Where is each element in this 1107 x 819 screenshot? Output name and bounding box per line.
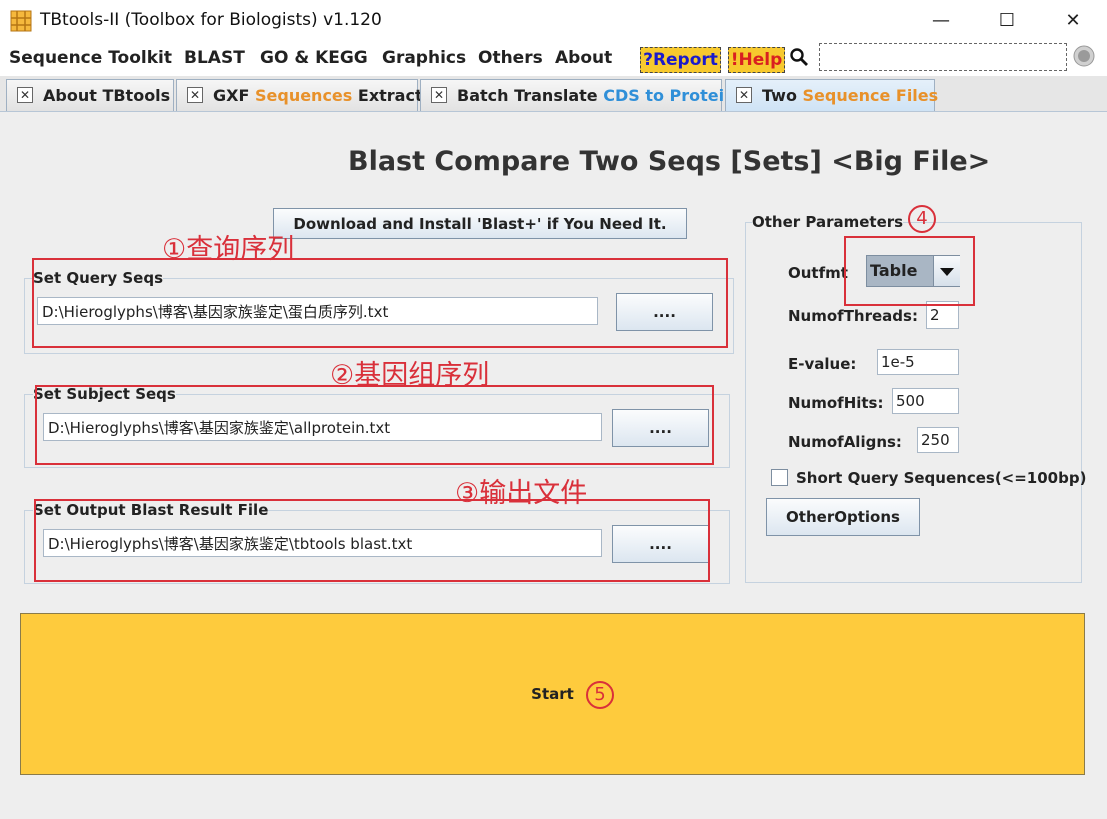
other-options-button[interactable]: OtherOptions	[766, 498, 920, 536]
tab-label: GXF Sequences Extract	[213, 86, 423, 105]
tab-label-part: Sequence Files	[802, 86, 939, 105]
title-bar: TBtools-II (Toolbox for Biologists) v1.1…	[0, 0, 1107, 42]
menu-about[interactable]: About	[555, 48, 612, 68]
menu-blast[interactable]: BLAST	[184, 48, 245, 68]
tab-close-icon[interactable]: ✕	[431, 87, 447, 103]
loading-spinner-icon	[1073, 45, 1095, 67]
short-query-label: Short Query Sequences(<=100bp)	[796, 469, 1087, 487]
report-button[interactable]: ?Report	[640, 47, 721, 73]
evalue-label: E-value:	[788, 355, 857, 373]
tab-label: About TBtools	[43, 86, 171, 105]
app-logo-icon	[10, 10, 32, 32]
tab-label-part: CDS to Protein	[603, 86, 736, 105]
tab-label-part: GXF	[213, 86, 250, 105]
other-parameters-label: Other Parameters	[752, 213, 904, 231]
minimize-button[interactable]: —	[926, 8, 956, 34]
aligns-input[interactable]	[917, 427, 959, 453]
annotation-box-output	[34, 499, 710, 582]
tab-bar: ✕ About TBtools ✕ GXF Sequences Extract …	[0, 76, 1107, 112]
annotation-box-query	[32, 258, 728, 348]
tab-close-icon[interactable]: ✕	[736, 87, 752, 103]
search-input[interactable]	[819, 43, 1067, 71]
annotation-number-4: 4	[908, 205, 936, 233]
tab-label-part: Two	[762, 86, 797, 105]
tab-close-icon[interactable]: ✕	[17, 87, 33, 103]
tab-label-part: Sequences	[254, 86, 353, 105]
short-query-checkbox[interactable]	[771, 469, 788, 486]
tab-two-sequence-files[interactable]: ✕ Two Sequence Files	[725, 79, 938, 111]
page-title: Blast Compare Two Seqs [Sets] <Big File>	[348, 146, 991, 177]
start-button[interactable]: Start	[20, 613, 1085, 775]
annotation-number-5: 5	[586, 681, 614, 709]
tab-about-tbtools[interactable]: ✕ About TBtools	[6, 79, 174, 111]
threads-label: NumofThreads:	[788, 307, 918, 325]
menu-others[interactable]: Others	[478, 48, 543, 68]
tab-label-part: Extract	[357, 86, 423, 105]
tab-batch-translate[interactable]: ✕ Batch Translate CDS to Protein	[420, 79, 736, 111]
hits-label: NumofHits:	[788, 394, 884, 412]
tab-label: Two Sequence Files	[762, 86, 938, 105]
tab-close-icon[interactable]: ✕	[187, 87, 203, 103]
tab-gxf-sequences-extract[interactable]: ✕ GXF Sequences Extract	[176, 79, 423, 111]
annotation-query-text: ①查询序列	[162, 234, 295, 265]
menu-graphics[interactable]: Graphics	[382, 48, 466, 68]
maximize-button[interactable]: ☐	[992, 8, 1022, 34]
help-button[interactable]: !Help	[728, 47, 785, 73]
annotation-subject-text: ②基因组序列	[330, 360, 490, 391]
menu-sequence-toolkit[interactable]: Sequence Toolkit	[9, 48, 172, 68]
aligns-label: NumofAligns:	[788, 433, 902, 451]
outfmt-label: Outfmt	[788, 264, 848, 282]
tab-label: Batch Translate CDS to Protein	[457, 86, 736, 105]
hits-input[interactable]	[892, 388, 959, 414]
window-title: TBtools-II (Toolbox for Biologists) v1.1…	[40, 10, 382, 30]
evalue-input[interactable]	[877, 349, 959, 375]
annotation-box-outfmt	[844, 236, 975, 306]
tab-label-part: Batch Translate	[457, 86, 598, 105]
menu-go-kegg[interactable]: GO & KEGG	[260, 48, 368, 68]
close-button[interactable]: ✕	[1058, 8, 1088, 34]
download-blast-button[interactable]: Download and Install 'Blast+' if You Nee…	[273, 208, 687, 239]
annotation-output-text: ③输出文件	[455, 478, 588, 509]
search-icon[interactable]	[789, 47, 809, 67]
annotation-box-subject	[35, 385, 714, 465]
